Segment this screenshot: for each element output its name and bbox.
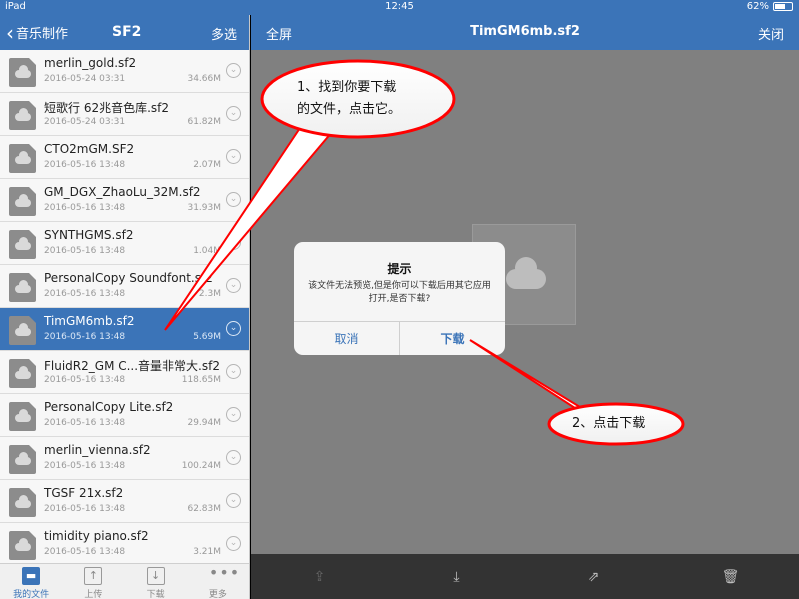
callout-2-text: 2、点击下载 [572, 416, 646, 431]
callout-1-pointer [164, 126, 334, 331]
callout-1-bubble [260, 59, 456, 139]
callout-1-line-2: 的文件，点击它。 [297, 102, 402, 117]
callout-1-line-1: 1、找到你要下载 [297, 80, 397, 95]
annotation-overlay [164, 59, 685, 446]
